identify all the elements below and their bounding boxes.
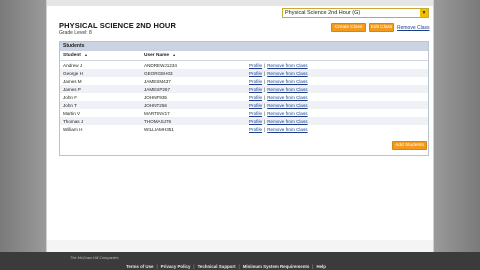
username-column-header[interactable]: User Name ▲ bbox=[144, 53, 249, 58]
student-name: Andrew J bbox=[63, 62, 83, 68]
top-bar bbox=[47, 0, 433, 6]
profile-link[interactable]: Profile bbox=[249, 111, 262, 116]
table-row: Martin V MARTINV17 Profile | Remove from C… bbox=[60, 109, 428, 117]
left-backdrop bbox=[0, 0, 46, 258]
class-selector-value: Physical Science 2nd Hour (G) bbox=[285, 10, 361, 16]
remove-from-class-link[interactable]: Remove from Class bbox=[267, 79, 307, 84]
student-username: JAMESM437 bbox=[144, 78, 171, 84]
profile-link[interactable]: Profile bbox=[249, 103, 262, 108]
remove-from-class-link[interactable]: Remove from Class bbox=[267, 111, 307, 116]
student-name: John F bbox=[63, 94, 78, 100]
table-row: John T JOHNT256 Profile | Remove from Clas… bbox=[60, 101, 428, 109]
class-selector[interactable]: Physical Science 2nd Hour (G) ▼ bbox=[282, 8, 429, 18]
student-name: James M bbox=[63, 78, 82, 84]
profile-link[interactable]: Profile bbox=[249, 127, 262, 132]
student-name: William H bbox=[63, 126, 83, 132]
content-bottom bbox=[47, 240, 433, 252]
student-name: James P bbox=[63, 86, 81, 92]
student-username: JOHNT256 bbox=[144, 102, 167, 108]
remove-from-class-link[interactable]: Remove from Class bbox=[267, 119, 307, 124]
remove-from-class-link[interactable]: Remove from Class bbox=[267, 103, 307, 108]
sort-up-icon: ▲ bbox=[172, 53, 176, 57]
table-row: Thomas J THOMASJ76 Profile | Remove from C… bbox=[60, 117, 428, 125]
main-page: Physical Science 2nd Hour (G) ▼ PHYSICAL… bbox=[46, 0, 434, 252]
student-username: JOHNF935 bbox=[144, 94, 167, 100]
student-name: John T bbox=[63, 102, 77, 108]
system-requirements-link[interactable]: Minimum System Requirements bbox=[243, 264, 310, 269]
table-row: George H GEORGEH03 Profile | Remove from C… bbox=[60, 69, 428, 77]
mcgraw-hill-logo: The McGraw-Hill Companies bbox=[70, 256, 119, 260]
username-column-label: User Name bbox=[144, 53, 170, 58]
right-backdrop bbox=[434, 0, 480, 258]
profile-link[interactable]: Profile bbox=[249, 63, 262, 68]
create-class-button[interactable]: Create Class bbox=[331, 23, 366, 32]
table-row: James P JAMESP267 Profile | Remove from Cl… bbox=[60, 85, 428, 93]
remove-from-class-link[interactable]: Remove from Class bbox=[267, 87, 307, 92]
table-row: Andrew J ANDREWJ1234 Profile | Remove from… bbox=[60, 61, 428, 69]
student-username: GEORGEH03 bbox=[144, 70, 173, 76]
student-name: Martin V bbox=[63, 110, 81, 116]
table-row: John F JOHNF935 Profile | Remove from Clas… bbox=[60, 93, 428, 101]
student-column-label: Student bbox=[63, 53, 81, 58]
footer-links: Terms of Use | Privacy Policy | Technical … bbox=[126, 264, 326, 269]
students-column-header: Student ▲ User Name ▲ bbox=[60, 51, 428, 61]
profile-link[interactable]: Profile bbox=[249, 95, 262, 100]
technical-support-link[interactable]: Technical Support bbox=[198, 264, 236, 269]
remove-from-class-link[interactable]: Remove from Class bbox=[267, 71, 307, 76]
student-username: ANDREWJ1234 bbox=[144, 62, 177, 68]
students-panel: Students Student ▲ User Name ▲ Andrew J … bbox=[59, 41, 429, 156]
profile-link[interactable]: Profile bbox=[249, 71, 262, 76]
remove-from-class-link[interactable]: Remove from Class bbox=[267, 95, 307, 100]
profile-link[interactable]: Profile bbox=[249, 87, 262, 92]
sort-up-icon: ▲ bbox=[84, 53, 88, 57]
remove-from-class-link[interactable]: Remove from Class bbox=[267, 63, 307, 68]
profile-link[interactable]: Profile bbox=[249, 119, 262, 124]
student-username: MARTINV17 bbox=[144, 110, 170, 116]
student-name: Thomas J bbox=[63, 118, 84, 124]
page-title: PHYSICAL SCIENCE 2ND HOUR bbox=[59, 21, 176, 30]
table-row: William H WILLIAMH351 Profile | Remove fro… bbox=[60, 125, 428, 133]
add-students-button[interactable]: Add Students bbox=[392, 141, 427, 150]
students-panel-header: Students bbox=[60, 42, 428, 51]
student-username: THOMASJ76 bbox=[144, 118, 172, 124]
student-name: George H bbox=[63, 70, 83, 76]
student-column-header[interactable]: Student ▲ bbox=[60, 53, 144, 58]
chevron-down-icon[interactable]: ▼ bbox=[420, 9, 428, 17]
remove-class-link[interactable]: Remove Class bbox=[397, 25, 430, 31]
remove-from-class-link[interactable]: Remove from Class bbox=[267, 127, 307, 132]
student-username: WILLIAMH351 bbox=[144, 126, 174, 132]
privacy-policy-link[interactable]: Privacy Policy bbox=[161, 264, 191, 269]
grade-level: Grade Level: 8 bbox=[59, 30, 92, 36]
terms-of-use-link[interactable]: Terms of Use bbox=[126, 264, 154, 269]
profile-link[interactable]: Profile bbox=[249, 79, 262, 84]
table-row: James M JAMESM437 Profile | Remove from Cl… bbox=[60, 77, 428, 85]
edit-class-button[interactable]: Edit Class bbox=[369, 23, 394, 32]
help-link[interactable]: Help bbox=[316, 264, 326, 269]
student-username: JAMESP267 bbox=[144, 86, 171, 92]
